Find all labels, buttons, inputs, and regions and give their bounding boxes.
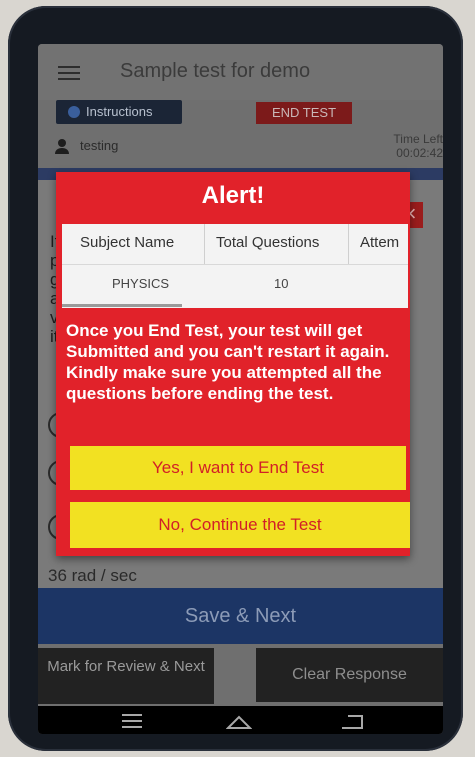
table-cell: PHYSICS: [112, 276, 170, 291]
android-nav-bar: [38, 706, 443, 734]
option-label: 36 rad / sec: [48, 566, 137, 585]
user-row: testing Time Left 00:02:42: [38, 128, 443, 168]
continue-test-button[interactable]: No, Continue the Test: [70, 502, 410, 548]
home-icon[interactable]: [226, 714, 252, 730]
save-next-button[interactable]: Save & Next: [38, 588, 443, 644]
clear-response-button[interactable]: Clear Response: [256, 648, 443, 702]
column-divider: [204, 224, 205, 264]
alert-message: Once you End Test, your test will get Su…: [66, 321, 390, 403]
time-left-label: Time Left: [393, 132, 443, 146]
user-name: testing: [80, 138, 119, 153]
summary-table: Subject Name Total Questions Attem PHYSI…: [62, 224, 408, 308]
end-test-button[interactable]: END TEST: [256, 102, 352, 124]
table-header: Attem: [360, 234, 400, 251]
alert-dialog: Alert! Subject Name Total Questions Atte…: [56, 172, 410, 556]
menu-icon[interactable]: [122, 714, 142, 728]
row-divider: [62, 264, 408, 265]
yes-end-test-button[interactable]: Yes, I want to End Test: [70, 446, 406, 490]
alert-title: Alert!: [201, 182, 265, 209]
hamburger-menu-icon[interactable]: [58, 66, 80, 80]
mark-review-button[interactable]: Mark for Review & Next: [38, 648, 214, 704]
table-cell: 10: [274, 276, 289, 291]
app-title: Sample test for demo: [120, 60, 311, 82]
time-left-value: 00:02:42: [396, 146, 443, 160]
horizontal-scrollbar[interactable]: [62, 304, 182, 307]
table-header: Total Questions: [216, 234, 320, 251]
info-icon: [68, 106, 80, 118]
column-divider: [348, 224, 349, 264]
mark-review-label: Mark for Review & Next: [47, 658, 205, 675]
instructions-label: Instructions: [86, 104, 153, 119]
back-icon[interactable]: [340, 714, 364, 730]
instructions-button[interactable]: Instructions: [56, 100, 182, 124]
table-header: Subject Name: [80, 234, 175, 251]
user-icon: [55, 139, 69, 154]
